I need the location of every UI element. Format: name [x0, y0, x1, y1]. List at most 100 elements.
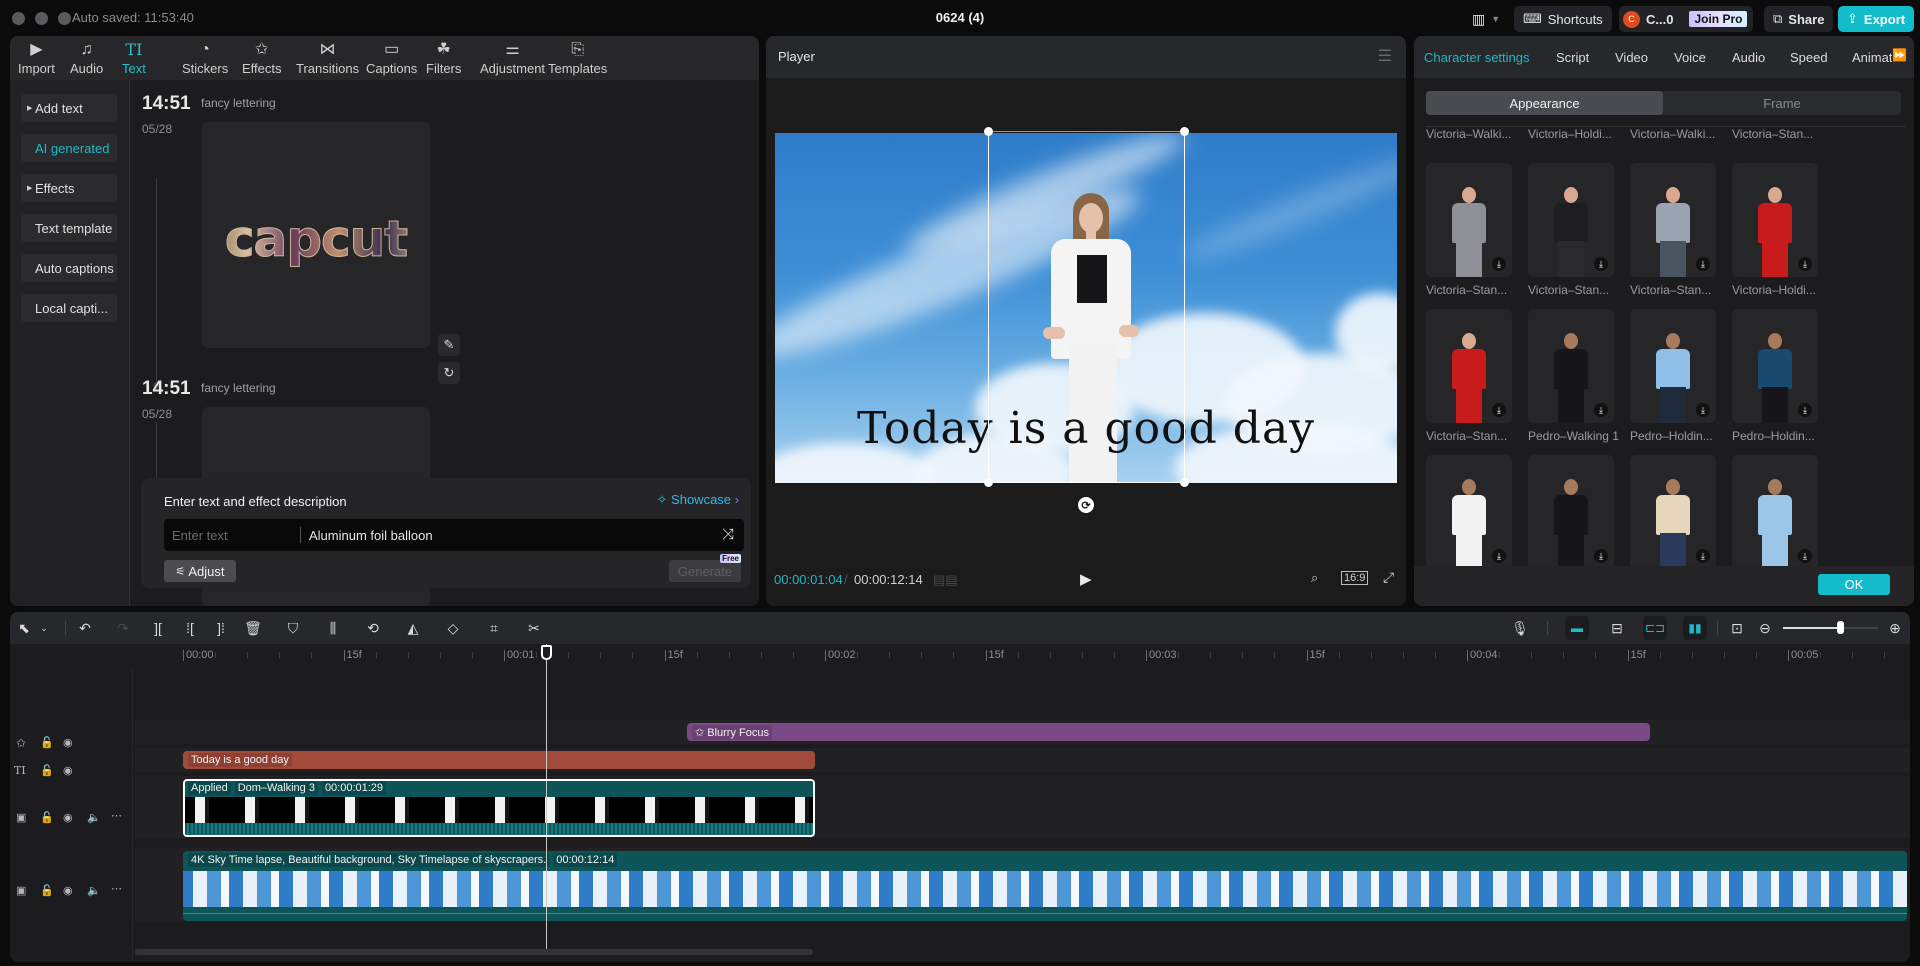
zoom-to-fit-icon[interactable]: ⊡	[1727, 618, 1747, 638]
regenerate-icon[interactable]: ↻	[438, 362, 460, 384]
nav-text-template[interactable]: Text template	[21, 214, 117, 242]
split-icon[interactable]: ][	[148, 618, 168, 638]
character-thumbnail[interactable]: ⤓	[1426, 309, 1512, 423]
download-icon[interactable]: ⤓	[1492, 549, 1506, 563]
eye-icon[interactable]: ◉	[63, 764, 73, 777]
download-icon[interactable]: ⤓	[1696, 257, 1710, 271]
marker-icon[interactable]: ⛉	[283, 618, 303, 638]
resize-handle[interactable]	[1180, 478, 1189, 487]
delete-icon[interactable]: 🗑	[243, 618, 263, 638]
select-tool-icon[interactable]: ⬉	[14, 618, 34, 638]
freeze-icon[interactable]: ⫼	[323, 618, 343, 638]
menu-icon[interactable]: ☰	[1378, 46, 1392, 66]
auto-snap-icon[interactable]: ⊟	[1607, 618, 1627, 638]
nav-auto-captions[interactable]: Auto captions	[21, 254, 117, 282]
account-button[interactable]: C C...0 Join Pro	[1619, 6, 1753, 32]
split-right-icon[interactable]: ]⁞	[211, 618, 231, 638]
character-thumbnail[interactable]: ⤓	[1732, 163, 1818, 277]
more-options-icon[interactable]: ⋯	[111, 809, 122, 822]
layout-menu-button[interactable]: ▥ ▼	[1468, 6, 1504, 32]
tab-audio[interactable]: ♫ Audio	[70, 36, 103, 80]
eye-icon[interactable]: ◉	[63, 811, 73, 824]
tab-character-settings[interactable]: Character settings	[1424, 50, 1530, 65]
rotate-handle-icon[interactable]: ⟳	[1078, 497, 1094, 513]
text-clip[interactable]: Today is a good day	[183, 751, 816, 769]
nav-local-capti[interactable]: Local capti...	[21, 294, 117, 322]
frame-tab[interactable]: Frame	[1663, 91, 1901, 115]
play-icon[interactable]: ▶	[1080, 570, 1092, 588]
split-left-icon[interactable]: ⁞[	[180, 618, 200, 638]
zoom-fit-icon[interactable]: ⌕	[1311, 570, 1318, 586]
reverse-icon[interactable]: ⟲	[363, 618, 383, 638]
character-thumbnail[interactable]: ⤓	[1732, 309, 1818, 423]
download-icon[interactable]: ⤓	[1696, 549, 1710, 563]
resize-handle[interactable]	[984, 478, 993, 487]
tab-text[interactable]: TI Text	[122, 36, 146, 80]
download-icon[interactable]: ⤓	[1594, 403, 1608, 417]
character-thumbnail[interactable]: ⤓	[1630, 163, 1716, 277]
tab-adjustment[interactable]: ⚌ Adjustment	[480, 36, 545, 80]
tab-transitions[interactable]: ⋈ Transitions	[296, 36, 359, 80]
tab-effects[interactable]: ✩ Effects	[242, 36, 282, 80]
crop-icon[interactable]: ⌗	[484, 618, 504, 638]
shortcuts-button[interactable]: ⌨ Shortcuts	[1514, 6, 1612, 32]
zoom-slider[interactable]	[1783, 621, 1878, 634]
download-icon[interactable]: ⤓	[1798, 257, 1812, 271]
tab-voice[interactable]: Voice	[1674, 50, 1706, 65]
time-ruler[interactable]: 00:00 15f 00:01 15f 00:02 15f 00:03 15f 00:04 15f…	[10, 644, 1910, 668]
lock-icon[interactable]: 🔓	[40, 764, 54, 777]
mirror-icon[interactable]: ◭	[403, 618, 423, 638]
tab-stickers[interactable]: ◔ Stickers	[182, 36, 228, 80]
avatar-video-clip[interactable]: Applied Dom–Walking 3 00:00:01:29	[183, 779, 816, 837]
preview-axis-toggle[interactable]: ▮▮	[1683, 616, 1707, 640]
ok-button[interactable]: OK	[1818, 574, 1890, 595]
volume-icon[interactable]: 🔈	[87, 811, 101, 824]
download-icon[interactable]: ⤓	[1594, 257, 1608, 271]
generate-button[interactable]: Generate	[669, 560, 741, 582]
volume-icon[interactable]: 🔈	[87, 884, 101, 897]
tab-script[interactable]: Script	[1556, 50, 1589, 65]
tab-speed[interactable]: Speed	[1790, 50, 1828, 65]
audio-meter-icon[interactable]: ▤▤	[933, 572, 958, 588]
tab-templates[interactable]: ⎘ Templates	[548, 36, 607, 80]
lock-icon[interactable]: 🔓	[40, 884, 54, 897]
main-video-clip[interactable]: 4K Sky Time lapse, Beautiful background,…	[183, 851, 1907, 921]
horizontal-scrollbar[interactable]	[135, 949, 813, 955]
lock-icon[interactable]: 🔓	[40, 811, 54, 824]
zoom-slider-handle[interactable]	[1837, 621, 1844, 634]
resize-handle[interactable]	[1180, 127, 1189, 136]
share-button[interactable]: ⧉ Share	[1764, 6, 1834, 32]
rotate-icon[interactable]: ◇	[443, 618, 463, 638]
playhead-handle[interactable]	[540, 645, 552, 660]
eye-icon[interactable]: ◉	[63, 884, 73, 897]
join-pro-badge[interactable]: Join Pro	[1689, 11, 1748, 27]
character-thumbnail[interactable]: ⤓	[1528, 163, 1614, 277]
download-icon[interactable]: ⤓	[1492, 257, 1506, 271]
text-input[interactable]: Enter text	[172, 528, 228, 543]
fullscreen-icon[interactable]: ⤢	[1383, 569, 1394, 586]
nav-effects[interactable]: ▶ Effects	[21, 174, 117, 202]
zoom-in-icon[interactable]: ⊕	[1885, 618, 1905, 638]
character-thumbnail[interactable]: ⤓	[1732, 455, 1818, 566]
aspect-ratio-button[interactable]: 16:9	[1341, 571, 1369, 585]
effect-description-input[interactable]: Aluminum foil balloon	[309, 528, 433, 543]
tab-import[interactable]: ▶ Import	[18, 36, 55, 80]
export-button[interactable]: ⇪ Export	[1838, 6, 1915, 32]
shuffle-icon[interactable]: ⤨	[722, 526, 734, 543]
redo-icon[interactable]: ↷	[113, 618, 133, 638]
zoom-out-icon[interactable]: ⊖	[1755, 618, 1775, 638]
linkage-toggle[interactable]: ⊏⊐	[1643, 616, 1667, 640]
download-icon[interactable]: ⤓	[1492, 403, 1506, 417]
eye-icon[interactable]: ◉	[63, 736, 73, 749]
showcase-link[interactable]: ✧ Showcase ›	[657, 492, 739, 508]
tab-video[interactable]: Video	[1615, 50, 1648, 65]
undo-icon[interactable]: ↶	[75, 618, 95, 638]
appearance-tab[interactable]: Appearance	[1426, 91, 1663, 115]
download-icon[interactable]: ⤓	[1798, 403, 1812, 417]
resize-handle[interactable]	[984, 127, 993, 136]
more-tabs-icon[interactable]: ⏩	[1892, 48, 1907, 62]
tab-audio[interactable]: Audio	[1732, 50, 1765, 65]
download-icon[interactable]: ⤓	[1798, 549, 1812, 563]
character-thumbnail[interactable]: ⤓	[1426, 163, 1512, 277]
character-thumbnail[interactable]: ⤓	[1528, 455, 1614, 566]
